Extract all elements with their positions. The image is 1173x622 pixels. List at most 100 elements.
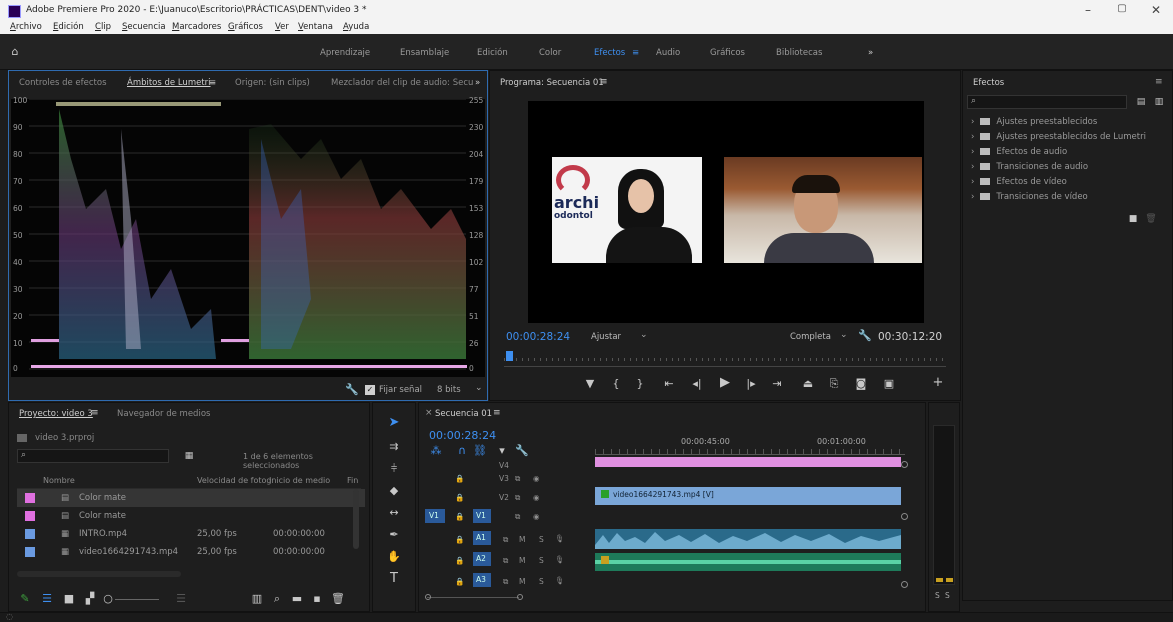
menu-marcadores[interactable]: Marcadores bbox=[172, 22, 221, 32]
effects-item-transiciones-video[interactable]: › Transiciones de vídeo bbox=[971, 192, 1088, 202]
razor-tool-icon[interactable]: ◆ bbox=[387, 485, 401, 497]
timeline-ruler[interactable] bbox=[595, 449, 905, 455]
workspace-efectos[interactable]: Efectos bbox=[594, 48, 625, 58]
effects-item-lumetri[interactable]: › Ajustes preestablecidos de Lumetri bbox=[971, 132, 1146, 142]
col-nombre[interactable]: Nombre bbox=[43, 476, 75, 485]
program-menu-icon[interactable]: ≡ bbox=[600, 77, 608, 87]
effects-search-input[interactable]: ⌕ bbox=[967, 95, 1127, 109]
mark-in-icon[interactable]: { bbox=[610, 378, 622, 390]
workspace-ensamblaje[interactable]: Ensamblaje bbox=[400, 48, 449, 58]
list-item[interactable]: ▤ Color mate bbox=[17, 489, 365, 507]
step-forward-icon[interactable]: |▸ bbox=[744, 378, 758, 390]
tab-menu-icon[interactable]: ≡ bbox=[209, 78, 216, 88]
bits-dropdown[interactable]: 8 bits bbox=[437, 385, 461, 395]
tab-origen[interactable]: Origen: (sin clips) bbox=[235, 78, 310, 88]
step-back-icon[interactable]: ◂| bbox=[690, 378, 704, 390]
camera-icon[interactable]: ◙ bbox=[854, 378, 868, 390]
solo-right-button[interactable]: S bbox=[945, 591, 950, 600]
sync-icon[interactable]: ⧉ bbox=[503, 535, 508, 545]
eye-icon[interactable]: ◉ bbox=[533, 512, 540, 521]
delete-icon[interactable]: 🗑 bbox=[1145, 213, 1157, 225]
selection-tool-icon[interactable]: ➤ bbox=[387, 416, 401, 429]
maximize-button[interactable]: ▢ bbox=[1112, 3, 1132, 19]
new-search-bin-icon[interactable]: ▦ bbox=[183, 450, 195, 462]
lift-icon[interactable]: ⏏ bbox=[800, 378, 816, 390]
eye-icon[interactable]: ◉ bbox=[533, 493, 540, 502]
timeline-zoom-scrollbar[interactable] bbox=[427, 597, 519, 598]
zoom-handle-right[interactable] bbox=[517, 594, 523, 600]
target-a2[interactable]: A2 bbox=[473, 552, 491, 566]
workspace-graficos[interactable]: Gráficos bbox=[710, 48, 745, 58]
track-end-handle[interactable] bbox=[901, 513, 908, 520]
workspace-bibliotecas[interactable]: Bibliotecas bbox=[776, 48, 822, 58]
mute-toggle[interactable]: M bbox=[519, 535, 525, 544]
solo-left-button[interactable]: S bbox=[935, 591, 940, 600]
mark-out-icon[interactable]: } bbox=[634, 378, 646, 390]
menu-ver[interactable]: Ver bbox=[275, 22, 289, 32]
col-velocidad[interactable]: Velocidad de fotog bbox=[197, 476, 271, 485]
track-end-handle[interactable] bbox=[901, 461, 908, 468]
menu-secuencia[interactable]: Secuencia bbox=[122, 22, 166, 32]
list-item[interactable]: ▦ video1664291743.mp4 25,00 fps 00:00:00… bbox=[17, 543, 365, 561]
wrench-icon[interactable]: 🔧 bbox=[345, 384, 359, 396]
timeline-close-icon[interactable]: × bbox=[425, 408, 433, 418]
effects-item-efectos-video[interactable]: › Efectos de vídeo bbox=[971, 177, 1067, 187]
new-bin-icon[interactable]: ■ bbox=[1127, 213, 1139, 225]
effects-item-ajustes[interactable]: › Ajustes preestablecidos bbox=[971, 117, 1097, 127]
lock-icon[interactable]: 🔒 bbox=[455, 474, 464, 483]
pen-tool-icon[interactable]: ✒ bbox=[387, 529, 401, 541]
timeline-clip-a1[interactable] bbox=[595, 529, 901, 549]
workspace-edicion[interactable]: Edición bbox=[477, 48, 508, 58]
project-horizontal-scrollbar[interactable] bbox=[17, 571, 181, 577]
mute-toggle[interactable]: M bbox=[519, 556, 525, 565]
pencil-icon[interactable]: ✎ bbox=[19, 593, 31, 605]
workspace-audio[interactable]: Audio bbox=[656, 48, 680, 58]
project-search-input[interactable]: ⌕ bbox=[17, 449, 169, 463]
lock-icon[interactable]: 🔒 bbox=[455, 556, 464, 565]
timeline-clip-v2[interactable]: video1664291743.mp4 [V] bbox=[595, 487, 901, 505]
solo-toggle[interactable]: S bbox=[539, 535, 544, 544]
fijar-senal-checkbox[interactable]: ✓ bbox=[365, 385, 375, 395]
add-button-icon[interactable]: + bbox=[932, 376, 944, 389]
track-end-handle[interactable] bbox=[901, 581, 908, 588]
workspace-menu-icon[interactable]: ≡ bbox=[632, 48, 639, 58]
tabs-more-icon[interactable]: » bbox=[475, 78, 480, 88]
linked-selection-icon[interactable]: ⛓ bbox=[473, 445, 487, 457]
sync-icon[interactable]: ⧉ bbox=[503, 577, 508, 587]
menu-edicion[interactable]: Edición bbox=[53, 22, 84, 32]
icon-view-icon[interactable]: ■ bbox=[63, 593, 75, 605]
col-fin[interactable]: Fin bbox=[347, 476, 358, 485]
track-select-tool-icon[interactable]: ⇉ bbox=[387, 441, 401, 453]
lock-icon[interactable]: 🔒 bbox=[455, 535, 464, 544]
tab-controles-efectos[interactable]: Controles de efectos bbox=[19, 78, 107, 88]
go-to-out-icon[interactable]: ⇥ bbox=[770, 378, 784, 390]
automate-icon[interactable]: ▥ bbox=[251, 593, 263, 605]
sync-icon[interactable]: ⧉ bbox=[515, 493, 520, 503]
microphone-icon[interactable]: 🎙 bbox=[555, 534, 565, 543]
timeline-clip-color-mate[interactable] bbox=[595, 457, 901, 467]
project-menu-icon[interactable]: ≡ bbox=[91, 408, 99, 418]
close-button[interactable]: ✕ bbox=[1146, 3, 1166, 19]
sync-icon[interactable]: ⧉ bbox=[515, 474, 520, 484]
list-item[interactable]: ▦ INTRO.mp4 25,00 fps 00:00:00:00 bbox=[17, 525, 365, 543]
new-bin-icon[interactable]: ▬ bbox=[291, 593, 303, 605]
menu-archivo[interactable]: Archivo bbox=[10, 22, 42, 32]
effects-item-transiciones-audio[interactable]: › Transiciones de audio bbox=[971, 162, 1088, 172]
fit-dropdown[interactable]: Ajustar bbox=[591, 332, 621, 342]
target-v1[interactable]: V1 bbox=[473, 509, 491, 523]
microphone-icon[interactable]: 🎙 bbox=[555, 555, 565, 564]
workspace-color[interactable]: Color bbox=[539, 48, 561, 58]
program-scrubber[interactable] bbox=[504, 353, 946, 367]
zoom-slider[interactable] bbox=[115, 599, 159, 600]
zoom-slider-icon[interactable]: ○ bbox=[103, 593, 113, 605]
workspace-aprendizaje[interactable]: Aprendizaje bbox=[320, 48, 370, 58]
hand-tool-icon[interactable]: ✋ bbox=[387, 551, 401, 563]
col-inicio[interactable]: Inicio de medio bbox=[269, 476, 330, 485]
workspace-more-icon[interactable]: » bbox=[868, 48, 873, 58]
list-view-icon[interactable]: ☰ bbox=[41, 593, 53, 605]
lock-icon[interactable]: 🔒 bbox=[455, 512, 464, 521]
freeform-view-icon[interactable]: ▞ bbox=[83, 593, 97, 605]
zoom-handle-left[interactable] bbox=[425, 594, 431, 600]
solo-toggle[interactable]: S bbox=[539, 556, 544, 565]
lock-icon[interactable]: 🔒 bbox=[455, 493, 464, 502]
